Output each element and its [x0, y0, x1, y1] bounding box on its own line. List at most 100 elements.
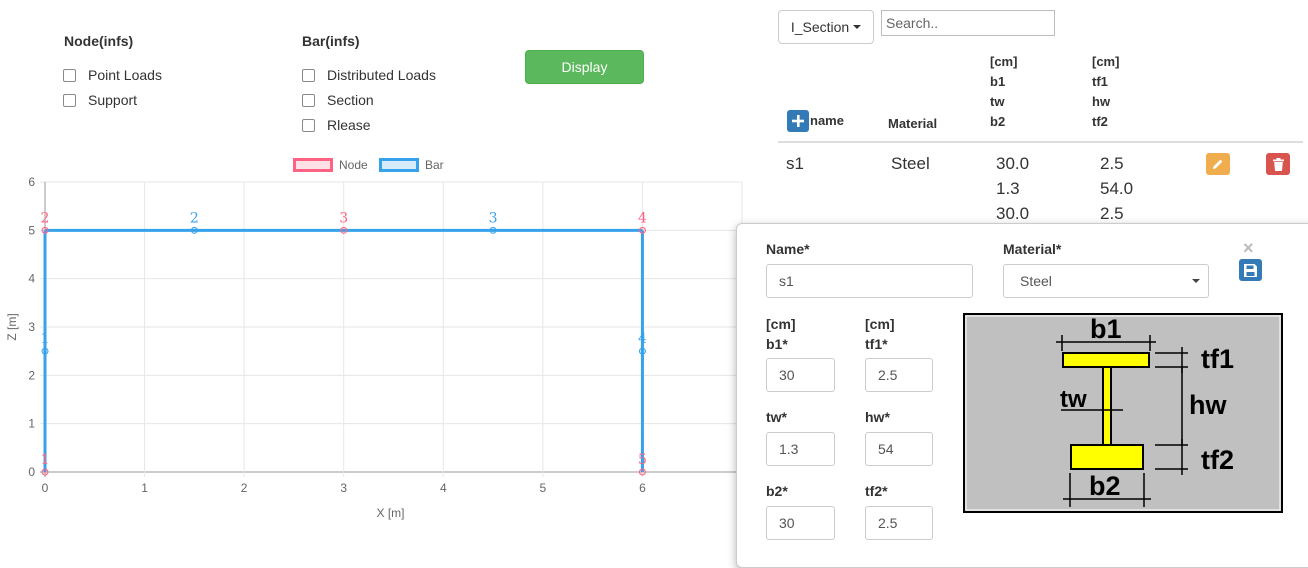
tf1-dimension-label: tf1 [1201, 344, 1234, 374]
x-axis-title: X [m] [376, 506, 404, 520]
header-tf2: tf2 [1092, 114, 1108, 129]
tf1-label: tf1* [865, 336, 888, 352]
table-row[interactable]: s1 Steel 30.0 1.3 30.0 2.5 54.0 2.5 [778, 143, 1303, 223]
row-hw: 54.0 [1100, 179, 1134, 198]
y-tick-label: 2 [28, 368, 35, 382]
header-tf1: tf1 [1092, 74, 1108, 89]
node-point [41, 468, 49, 476]
tw-input[interactable]: 1.3 [766, 432, 835, 466]
node-label: 3 [339, 210, 348, 226]
x-tick-label: 4 [440, 481, 447, 495]
y-tick-label: 0 [28, 465, 35, 479]
bar-filter-title: Bar(infs) [302, 33, 360, 49]
bar-label: 1 [41, 331, 50, 347]
save-icon [1244, 263, 1257, 277]
section-type-label: I_Section [790, 19, 850, 35]
hw-input[interactable]: 54 [865, 432, 933, 466]
save-section-button[interactable] [1239, 259, 1262, 281]
edit-section-button[interactable] [1206, 153, 1230, 175]
material-select[interactable]: Steel [1003, 264, 1209, 298]
distributed-loads-checkbox[interactable] [302, 68, 315, 82]
x-tick-label: 6 [639, 481, 646, 495]
section-type-dropdown[interactable]: I_Section [778, 10, 874, 44]
header-material: Material [888, 116, 938, 131]
tf2-label: tf2* [865, 483, 888, 499]
header-b1-tw-b2: [cm] b1 tw b2 [990, 52, 1017, 132]
header-b2: b2 [990, 114, 1006, 129]
distributed-loads-option[interactable]: Distributed Loads [302, 67, 436, 83]
x-tick-label: 3 [340, 481, 347, 495]
x-tick-label: 1 [141, 481, 148, 495]
header-b1: b1 [990, 74, 1006, 89]
b2-input[interactable]: 30 [766, 506, 835, 540]
y-tick-label: 6 [28, 175, 35, 189]
tf2-input[interactable]: 2.5 [865, 506, 933, 540]
close-panel-button[interactable]: × [1243, 238, 1254, 258]
b1-label: b1* [766, 336, 788, 352]
frame-chart[interactable]: 01234560 1 2 3 4 5 6X [m]Z [m] 12 3412 3 45 [0, 170, 745, 525]
y-tick-label: 4 [28, 272, 35, 286]
close-icon: × [1243, 238, 1254, 258]
section-label: Section [327, 92, 374, 108]
y-tick-label: 1 [28, 417, 35, 431]
header-name: name [810, 113, 844, 128]
x-tick-label: 0 [42, 481, 49, 495]
release-label: Rlease [327, 117, 371, 133]
row-b1-tw-b2: 30.0 1.3 30.0 [996, 151, 1029, 226]
caret-down-icon [853, 25, 862, 29]
i-section-diagram: b1 tf1 tw hw tf2 b2 [963, 313, 1283, 513]
add-section-button[interactable] [787, 110, 809, 132]
bar-point [638, 347, 646, 355]
point-loads-checkbox[interactable] [63, 68, 76, 82]
node-point [41, 226, 49, 234]
name-label: Name* [766, 241, 810, 257]
support-label: Support [88, 92, 138, 108]
section-option[interactable]: Section [302, 92, 374, 108]
node-label: 2 [41, 210, 50, 226]
caret-down-icon [1192, 279, 1200, 283]
delete-section-button[interactable] [1266, 153, 1290, 175]
b1-input[interactable]: 30 [766, 358, 835, 392]
hw-label: hw* [865, 409, 890, 425]
section-checkbox[interactable] [302, 93, 315, 107]
release-option[interactable]: Rlease [302, 117, 371, 133]
node-point [340, 226, 348, 234]
row-tf1-hw-tf2: 2.5 54.0 2.5 [1100, 151, 1133, 226]
release-checkbox[interactable] [302, 118, 315, 132]
header-unit: [cm] [1092, 54, 1120, 69]
x-tick-label: 5 [540, 481, 547, 495]
y-tick-label: 3 [28, 320, 35, 334]
support-option[interactable]: Support [63, 92, 137, 108]
support-checkbox[interactable] [63, 93, 76, 107]
node-filter-title: Node(infs) [64, 33, 134, 49]
trash-icon [1272, 157, 1284, 171]
bar-point [489, 226, 497, 234]
node-label: 5 [638, 452, 647, 468]
bar-point [190, 226, 198, 234]
hw-dimension-label: hw [1189, 390, 1227, 420]
header-hw: hw [1092, 94, 1111, 109]
node-label: 4 [638, 210, 647, 226]
tf1-input[interactable]: 2.5 [865, 358, 933, 392]
row-tf1: 2.5 [1100, 154, 1124, 173]
bar-label: 2 [190, 210, 199, 226]
x-tick-label: 2 [241, 481, 248, 495]
node-point [638, 226, 646, 234]
diagram-background [963, 313, 1283, 513]
bar-point [41, 347, 49, 355]
name-input[interactable]: s1 [766, 264, 973, 298]
tw-dimension-label: tw [1060, 386, 1087, 413]
distributed-loads-label: Distributed Loads [327, 67, 436, 83]
b1-unit-label: [cm] [766, 316, 796, 332]
tf1-unit-label: [cm] [865, 316, 895, 332]
header-tf1-hw-tf2: [cm] tf1 hw tf2 [1092, 52, 1119, 132]
row-name: s1 [786, 154, 804, 173]
plus-icon [792, 115, 804, 127]
b2-dimension-label: b2 [1089, 471, 1121, 501]
node-point [638, 468, 646, 476]
section-search-input[interactable] [881, 10, 1055, 36]
display-button[interactable]: Display [525, 50, 644, 84]
row-tw: 1.3 [996, 179, 1020, 198]
point-loads-option[interactable]: Point Loads [63, 67, 162, 83]
bar-label: 4 [638, 331, 647, 347]
